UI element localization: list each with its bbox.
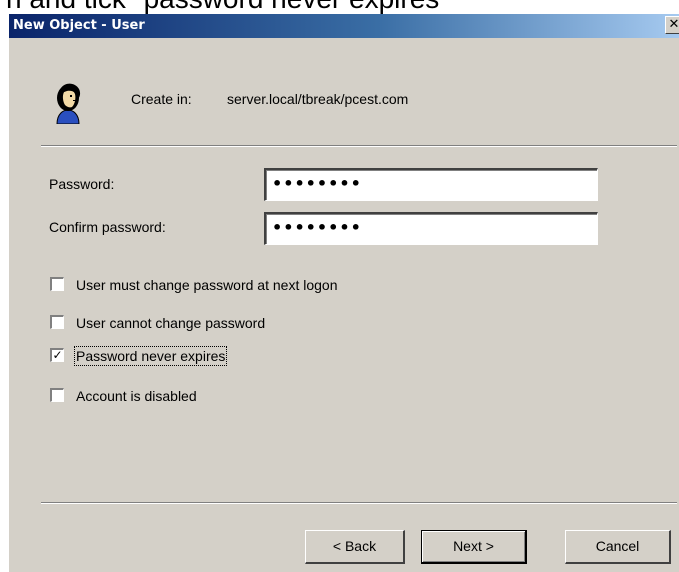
user-icon: [56, 83, 81, 124]
must-change-password-checkbox[interactable]: [50, 277, 64, 291]
password-never-expires-label[interactable]: Password never expires: [73, 346, 228, 366]
next-button[interactable]: Next >: [421, 530, 527, 564]
top-separator: [41, 145, 677, 147]
back-button[interactable]: < Back: [305, 530, 405, 564]
confirm-password-field[interactable]: ••••••••: [264, 212, 598, 245]
create-in-path: server.local/tbreak/pcest.com: [227, 91, 409, 107]
cannot-change-password-label[interactable]: User cannot change password: [75, 314, 266, 332]
cannot-change-password-checkbox[interactable]: [50, 315, 64, 329]
new-object-user-dialog: New Object - User ✕ Create in: server.lo…: [8, 14, 679, 572]
page: n and tick "password never expires" New …: [0, 0, 679, 572]
close-icon: ✕: [668, 17, 679, 32]
tutorial-caption-fragment: n and tick "password never expires": [0, 0, 679, 14]
cancel-button[interactable]: Cancel: [565, 530, 671, 564]
account-disabled-checkbox[interactable]: [50, 388, 64, 402]
create-in-label: Create in:: [131, 91, 192, 107]
title-bar[interactable]: New Object - User ✕: [9, 14, 679, 38]
must-change-password-label[interactable]: User must change password at next logon: [75, 276, 338, 294]
password-field[interactable]: ••••••••: [264, 168, 598, 201]
account-disabled-label[interactable]: Account is disabled: [75, 387, 198, 405]
window-title: New Object - User: [13, 18, 145, 33]
confirm-password-label: Confirm password:: [49, 219, 166, 235]
password-label: Password:: [49, 176, 115, 192]
bottom-separator: [41, 502, 677, 504]
password-never-expires-checkbox[interactable]: ✓: [50, 348, 64, 362]
close-button[interactable]: ✕: [665, 16, 679, 34]
